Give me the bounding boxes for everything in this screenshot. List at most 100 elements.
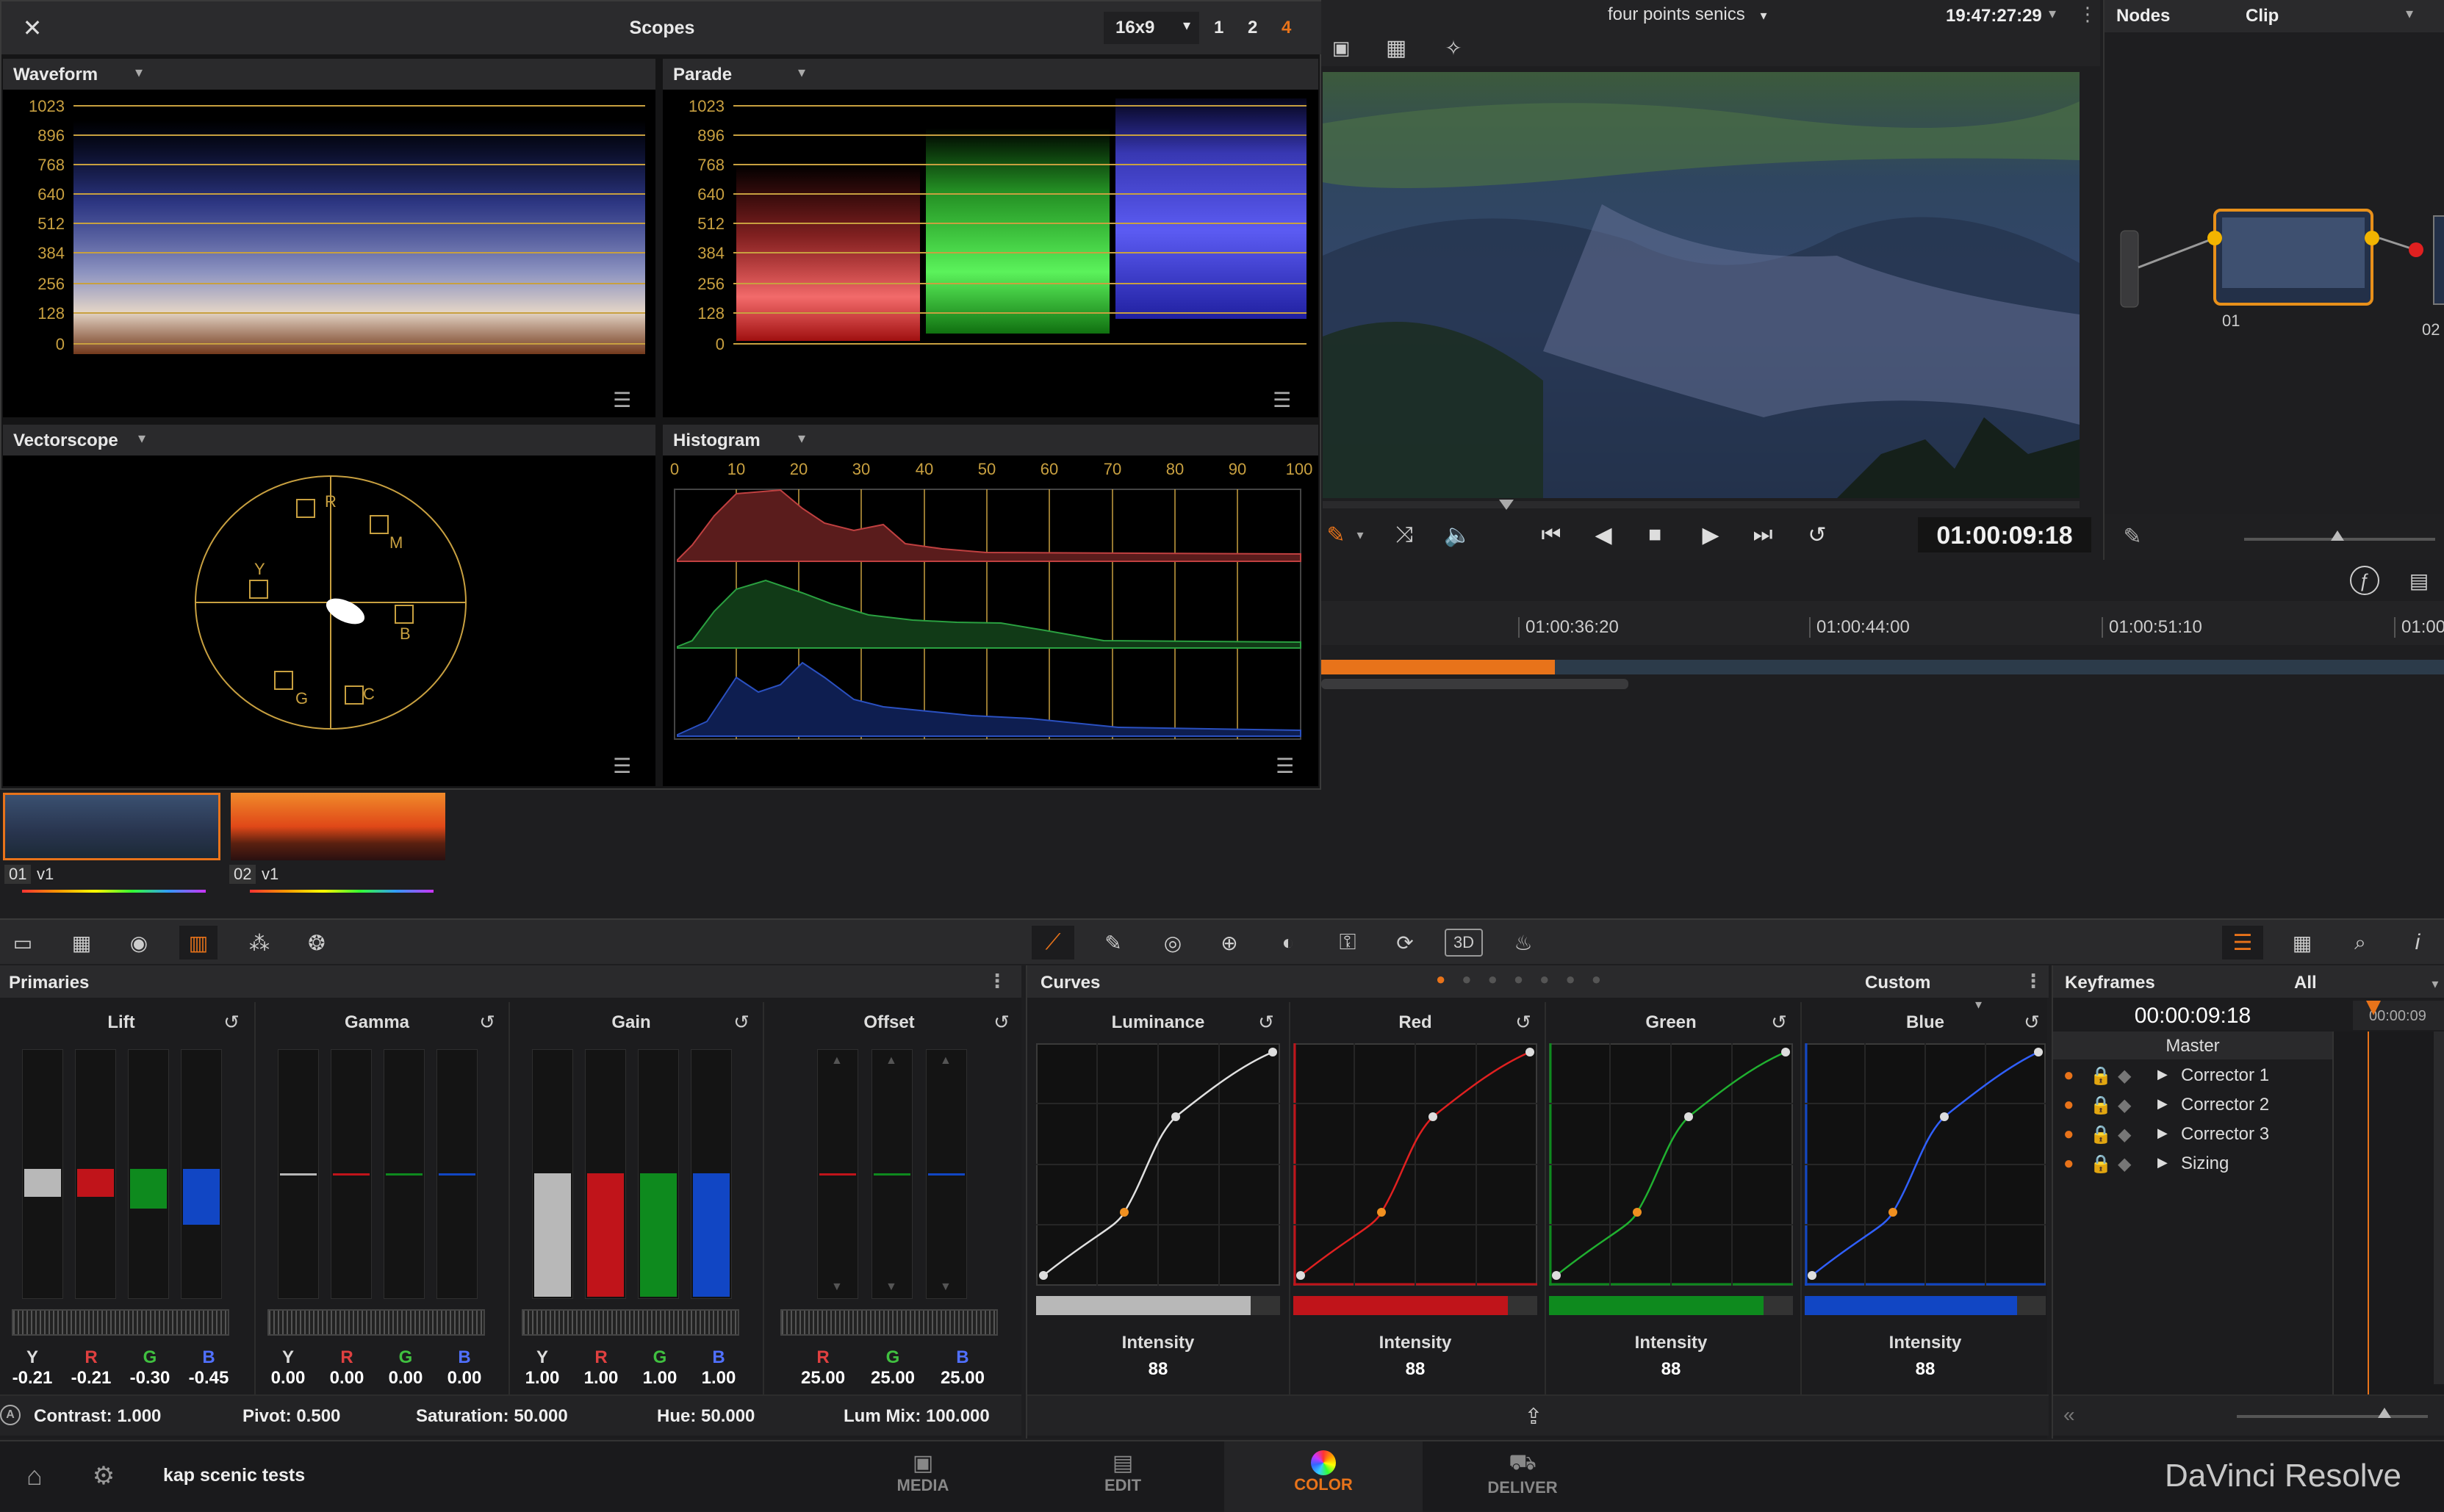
histogram-settings-icon[interactable]: ☰ (1276, 754, 1302, 777)
camera-raw-icon[interactable]: ▭ (6, 927, 40, 958)
lift-b-bar[interactable] (181, 1049, 222, 1299)
auto-balance-icon[interactable]: A (0, 1405, 21, 1425)
playhead-handle[interactable] (1499, 500, 1514, 510)
intensity-value[interactable]: 88 (1290, 1359, 1540, 1380)
clip-thumbnail-02[interactable] (231, 793, 445, 860)
color-wheels-icon[interactable]: ◉ (122, 927, 156, 958)
lift-g[interactable]: G -0.30 (130, 1347, 170, 1392)
curves-icon[interactable]: ⟋ (1032, 926, 1074, 960)
viewer-mode-icon[interactable]: ▣ (1329, 35, 1354, 60)
tab-media[interactable]: ▣ MEDIA (823, 1441, 1023, 1512)
gain-b[interactable]: B 1.00 (702, 1347, 736, 1392)
gamma-y-bar[interactable] (278, 1049, 319, 1299)
home-icon[interactable]: ⌂ (18, 1459, 51, 1493)
play-icon[interactable]: ▶ (1696, 520, 1725, 550)
luminance-intensity-bar[interactable] (1036, 1296, 1280, 1315)
offset-g[interactable]: G 25.00 (871, 1347, 915, 1392)
layout-button-4[interactable]: 4 (1282, 18, 1291, 38)
chevron-down-icon[interactable]: ▾ (2406, 4, 2413, 23)
window-icon[interactable]: ◎ (1154, 927, 1192, 958)
luminance-curve-graph[interactable] (1036, 1043, 1280, 1286)
lock-icon[interactable]: 🔒 (2090, 1153, 2112, 1175)
gain-r-bar[interactable] (585, 1049, 626, 1299)
reset-icon[interactable]: ↺ (1511, 1009, 1536, 1034)
lift-b[interactable]: B -0.45 (189, 1347, 229, 1392)
clip-name-select[interactable]: four points senics ▾ (1608, 4, 1799, 31)
blue-curve-graph[interactable] (1805, 1043, 2046, 1286)
nodes-tab[interactable]: Nodes (2116, 6, 2170, 26)
vectorscope-settings-icon[interactable]: ☰ (613, 754, 639, 777)
expand-icon[interactable]: ▶ (2157, 1155, 2168, 1170)
gamma-g[interactable]: G 0.00 (389, 1347, 423, 1392)
info-icon[interactable]: i (2403, 927, 2432, 958)
primaries-bars-icon[interactable]: ▥ (179, 926, 218, 960)
contrast-field[interactable]: Contrast: 1.000 (34, 1406, 161, 1427)
qualifier-icon[interactable]: ✎ (1096, 927, 1130, 958)
lift-r-bar[interactable] (75, 1049, 116, 1299)
histogram-header[interactable]: Histogram ▾ (663, 425, 1318, 456)
gamma-b-bar[interactable] (436, 1049, 478, 1299)
key-icon[interactable]: ⚿ (1327, 927, 1368, 958)
collapse-icon[interactable]: « (2063, 1403, 2075, 1427)
reset-icon[interactable]: ↺ (729, 1009, 754, 1034)
keyframes-ruler[interactable]: 00:00:09 (2353, 1001, 2444, 1030)
zoom-icon[interactable]: ⌕ (2340, 927, 2381, 958)
offset-r-bar[interactable]: ▲ ▼ (817, 1049, 858, 1299)
lock-icon[interactable]: 🔒 (2090, 1124, 2112, 1145)
green-curve-graph[interactable] (1549, 1043, 1793, 1286)
reset-icon[interactable]: ↺ (219, 1009, 244, 1034)
gain-b-bar[interactable] (691, 1049, 732, 1299)
viewer-scrubber[interactable] (1323, 500, 2080, 510)
keyframe-track[interactable]: ● 🔒 ◆ ▶ Corrector 3 (2053, 1121, 2332, 1149)
lift-r[interactable]: R -0.21 (71, 1347, 112, 1392)
zoom-slider-handle[interactable] (2331, 530, 2344, 541)
offset-g-bar[interactable]: ▲ ▼ (871, 1049, 913, 1299)
pivot-field[interactable]: Pivot: 0.500 (242, 1406, 340, 1427)
keyframes-filter-select[interactable]: All ▾ (2294, 973, 2438, 993)
gain-g[interactable]: G 1.00 (643, 1347, 678, 1392)
diamond-icon[interactable]: ◆ (2118, 1065, 2131, 1087)
aspect-select[interactable]: 16x9 ▾ (1104, 12, 1199, 44)
stop-icon[interactable]: ■ (1640, 520, 1670, 550)
viewer-options-icon[interactable]: ⋮ (2078, 3, 2097, 26)
expand-icon[interactable]: ▶ (2157, 1067, 2168, 1082)
gear-icon[interactable]: ⚙ (87, 1459, 121, 1493)
chevron-down-icon[interactable]: ▾ (1351, 520, 1370, 550)
expand-icon[interactable]: ▶ (2157, 1126, 2168, 1141)
waveform-settings-icon[interactable]: ☰ (613, 388, 639, 411)
gamma-r-bar[interactable] (331, 1049, 372, 1299)
red-intensity-bar[interactable] (1293, 1296, 1537, 1315)
keyframe-track[interactable]: ● 🔒 ◆ ▶ Sizing (2053, 1151, 2332, 1178)
reset-icon[interactable]: ↺ (1766, 1009, 1791, 1034)
diamond-icon[interactable]: ◆ (2118, 1095, 2131, 1116)
green-intensity-bar[interactable] (1549, 1296, 1793, 1315)
zoom-slider[interactable] (2244, 530, 2435, 541)
chevron-down-icon[interactable]: ▾ (2049, 4, 2056, 23)
offset-b[interactable]: B 25.00 (941, 1347, 985, 1392)
clip-thumbnail-01[interactable] (3, 793, 220, 860)
parade-header[interactable]: Parade ▾ (663, 59, 1318, 90)
keyframe-track[interactable]: ● 🔒 ◆ ▶ Corrector 2 (2053, 1092, 2332, 1120)
keyframe-scrollbar[interactable] (2434, 1032, 2444, 1384)
rgb-mixer-icon[interactable]: ⁂ (242, 927, 276, 958)
skip-to-start-icon[interactable]: ⏮ (1534, 520, 1568, 550)
clip-tab[interactable]: Clip (2246, 6, 2279, 26)
keyframes-toggle-icon[interactable]: ☰ (2222, 926, 2263, 960)
tab-color[interactable]: COLOR (1224, 1441, 1423, 1512)
gallery-grid-icon[interactable]: ▦ (2285, 927, 2319, 958)
lock-icon[interactable]: 🔒 (2090, 1095, 2112, 1116)
blur-icon[interactable]: ◐ (1271, 927, 1305, 958)
stereo-3d-icon[interactable]: 3D (1445, 929, 1483, 957)
gamma-y[interactable]: Y 0.00 (271, 1347, 306, 1392)
gain-y[interactable]: Y 1.00 (525, 1347, 560, 1392)
lum-mix-field[interactable]: Lum Mix: 100.000 (844, 1406, 990, 1427)
offset-b-bar[interactable]: ▲ ▼ (926, 1049, 967, 1299)
options-icon[interactable]: ⋮ (988, 970, 1007, 993)
red-curve-graph[interactable] (1293, 1043, 1537, 1286)
lift-g-bar[interactable] (128, 1049, 169, 1299)
lift-y[interactable]: Y -0.21 (12, 1347, 53, 1392)
timeline-scrollbar[interactable] (1321, 679, 1628, 689)
grid-icon[interactable]: ▦ (1380, 35, 1412, 60)
intensity-value[interactable]: 88 (1033, 1359, 1283, 1380)
offset-master-wheel[interactable] (780, 1309, 998, 1336)
